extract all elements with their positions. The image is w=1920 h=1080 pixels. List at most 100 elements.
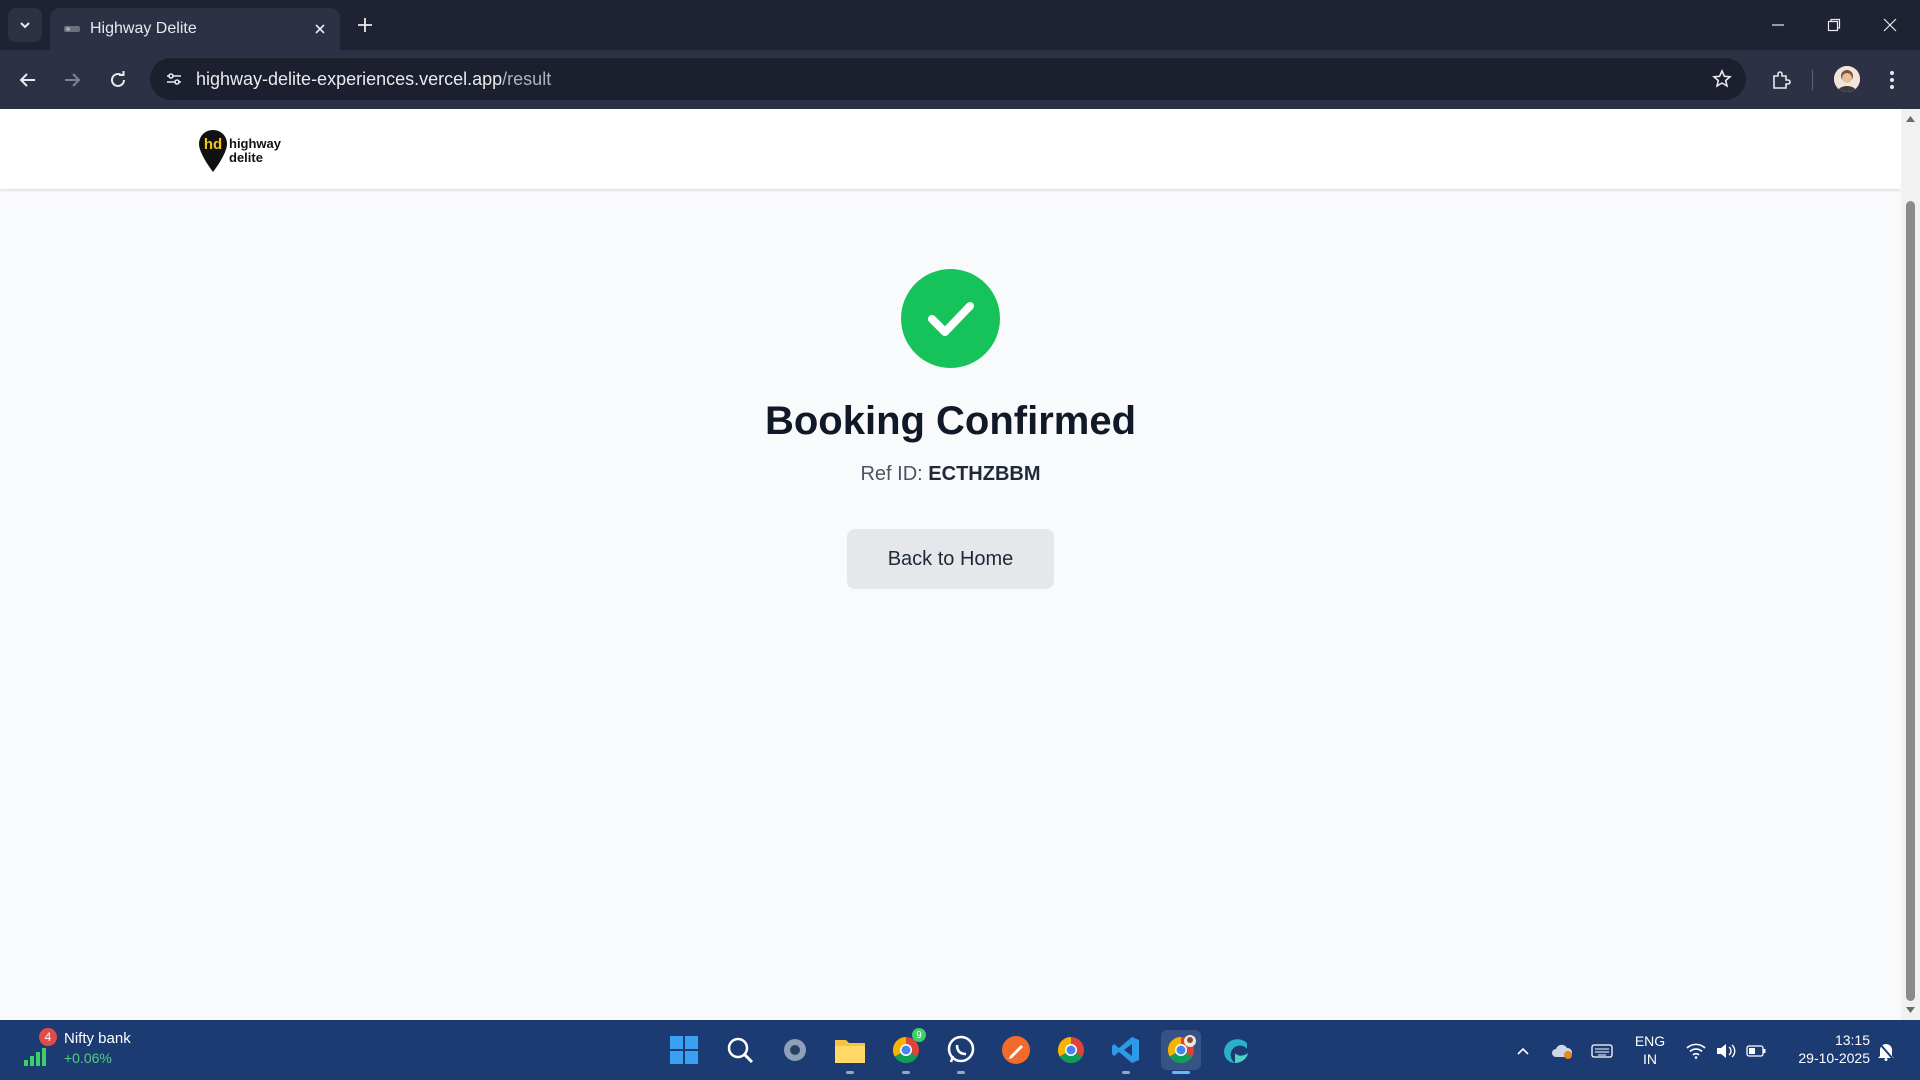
whatsapp-icon <box>947 1035 975 1063</box>
tab-search-button[interactable] <box>8 8 42 42</box>
market-widget[interactable]: 4 Nifty bank +0.06% <box>22 1028 162 1072</box>
volume-tray[interactable] <box>1714 1040 1738 1062</box>
new-tab-button[interactable] <box>352 12 378 38</box>
taskbar-chrome-2[interactable] <box>1051 1030 1091 1070</box>
battery-tray[interactable] <box>1744 1040 1768 1062</box>
logo-line1: highway <box>229 136 282 151</box>
tab-close-button[interactable] <box>310 19 330 39</box>
success-badge <box>901 269 1000 368</box>
pen-app-icon <box>1002 1036 1030 1064</box>
reload-button[interactable] <box>100 62 136 98</box>
toolbar-separator <box>1812 70 1813 90</box>
running-indicator <box>902 1071 910 1074</box>
notification-center-button[interactable] <box>1874 1040 1898 1062</box>
taskbar-whatsapp[interactable] <box>941 1030 981 1070</box>
close-icon <box>1883 18 1897 32</box>
url-text: highway-delite-experiences.vercel.app/re… <box>196 69 551 90</box>
language-indicator[interactable]: ENG IN <box>1630 1032 1670 1068</box>
cloud-icon <box>1552 1044 1573 1059</box>
extensions-button[interactable] <box>1763 62 1799 98</box>
active-indicator <box>1172 1071 1190 1074</box>
browser-tab-bar: Highway Delite <box>0 0 1920 50</box>
running-indicator <box>846 1071 854 1074</box>
restore-icon <box>1827 18 1841 32</box>
taskbar-pen-app[interactable] <box>996 1030 1036 1070</box>
more-vert-icon <box>1890 71 1894 89</box>
confirmation-title: Booking Confirmed <box>764 399 1137 443</box>
close-window-button[interactable] <box>1870 8 1910 42</box>
language-line2: IN <box>1643 1051 1657 1067</box>
close-icon <box>315 24 325 34</box>
taskbar-search[interactable] <box>720 1030 760 1070</box>
arrow-left-icon <box>19 73 35 87</box>
forward-button[interactable] <box>54 62 90 98</box>
map-pin-logo-icon: hd <box>199 130 227 172</box>
minimize-icon <box>1772 24 1784 26</box>
url-host: highway-delite-experiences.vercel.app <box>196 69 503 89</box>
menu-button[interactable] <box>1874 62 1910 98</box>
wifi-tray[interactable] <box>1684 1040 1708 1062</box>
wifi-icon <box>1686 1043 1706 1059</box>
clock[interactable]: 13:15 29-10-2025 <box>1780 1031 1870 1067</box>
signal-chart-icon <box>24 1048 46 1066</box>
scrollbar-thumb[interactable] <box>1906 201 1915 1001</box>
widget-badge: 4 <box>39 1028 57 1046</box>
windows-start-icon <box>670 1036 698 1064</box>
tab-highway-delite[interactable]: Highway Delite <box>50 8 340 50</box>
bookmark-button[interactable] <box>1710 67 1734 91</box>
tray-overflow-button[interactable] <box>1512 1040 1534 1062</box>
back-to-home-button[interactable]: Back to Home <box>847 529 1054 589</box>
minimize-button[interactable] <box>1758 8 1798 42</box>
tab-title: Highway Delite <box>90 20 197 37</box>
vscode-icon <box>1112 1037 1139 1063</box>
site-info-button[interactable] <box>160 65 188 93</box>
scroll-down-icon[interactable] <box>1905 1005 1916 1016</box>
taskbar-settings[interactable] <box>775 1030 815 1070</box>
url-path: /result <box>502 69 552 89</box>
ref-id-label: Ref ID: <box>860 463 923 485</box>
ref-id-value: ECTHZBBM <box>928 463 1041 485</box>
scroll-up-icon[interactable] <box>1905 113 1916 124</box>
taskbar-file-explorer[interactable] <box>830 1030 870 1070</box>
chrome-icon <box>1057 1036 1084 1064</box>
address-bar[interactable]: highway-delite-experiences.vercel.app/re… <box>150 58 1746 100</box>
chevron-down-icon <box>20 22 30 29</box>
checkmark-icon <box>927 301 974 336</box>
chevron-up-icon <box>1517 1047 1529 1055</box>
svg-text:hd: hd <box>204 136 222 153</box>
bell-icon <box>1878 1042 1894 1061</box>
taskbar-chrome-1[interactable]: 9 <box>886 1028 926 1070</box>
start-button[interactable] <box>664 1030 704 1070</box>
onedrive-tray[interactable] <box>1550 1040 1574 1062</box>
site-logo[interactable]: hd highway delite <box>198 129 281 173</box>
page-viewport: hd highway delite Booking Confirmed Ref … <box>0 109 1901 1020</box>
back-button[interactable] <box>10 62 46 98</box>
taskbar-vscode[interactable] <box>1106 1030 1146 1070</box>
logo-line2: delite <box>229 150 263 165</box>
taskbar-chrome-profile[interactable] <box>1161 1030 1201 1070</box>
reference-id-line: Ref ID: ECTHZBBM <box>0 463 1901 486</box>
arrow-right-icon <box>65 73 81 87</box>
logo-wordmark: highway delite <box>229 137 281 165</box>
browser-toolbar: highway-delite-experiences.vercel.app/re… <box>0 50 1920 109</box>
edge-copilot-icon <box>1224 1039 1248 1063</box>
tune-icon <box>167 73 181 85</box>
widget-change: +0.06% <box>64 1050 112 1066</box>
keyboard-tray[interactable] <box>1590 1040 1614 1062</box>
keyboard-icon <box>1591 1044 1613 1058</box>
running-indicator <box>957 1071 965 1074</box>
chrome-notification-badge: 9 <box>912 1028 926 1042</box>
running-indicator <box>1122 1071 1130 1074</box>
widget-title: Nifty bank <box>64 1030 131 1047</box>
star-icon <box>1712 69 1732 88</box>
puzzle-icon <box>1773 71 1791 89</box>
restore-button[interactable] <box>1814 8 1854 42</box>
page-scrollbar[interactable] <box>1901 109 1920 1020</box>
clock-time: 13:15 <box>1834 1032 1870 1048</box>
chrome-profile-icon <box>1167 1035 1196 1064</box>
profile-avatar[interactable] <box>1834 66 1860 92</box>
reload-icon <box>111 71 125 87</box>
plus-icon <box>358 18 372 32</box>
taskbar-copilot[interactable] <box>1216 1030 1256 1070</box>
clock-date: 29-10-2025 <box>1798 1050 1870 1066</box>
